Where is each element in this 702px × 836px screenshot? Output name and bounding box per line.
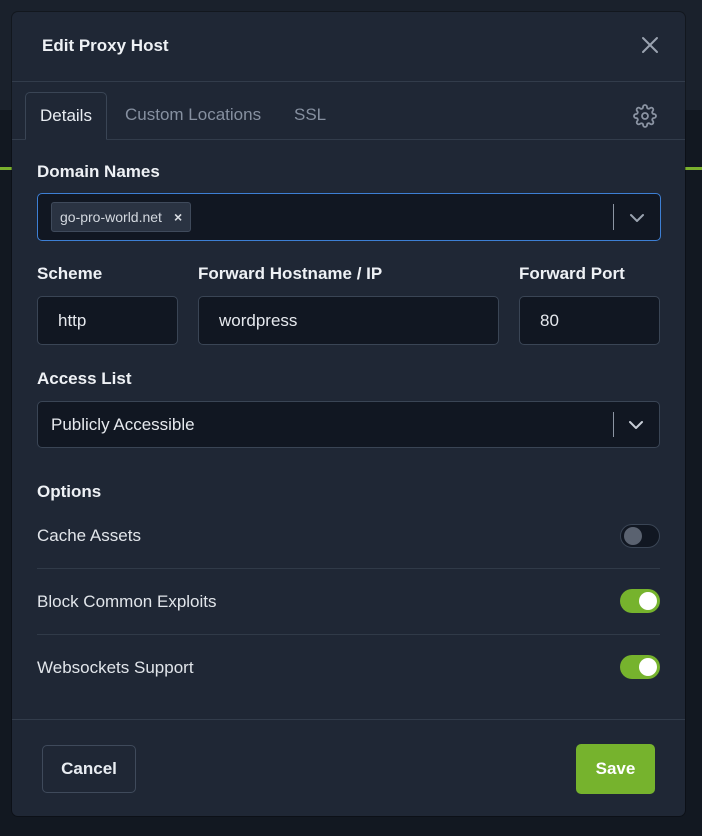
access-list-separator: [613, 412, 614, 437]
forward-port-label: Forward Port: [519, 264, 625, 283]
websockets-support-toggle[interactable]: [620, 655, 660, 679]
forward-hostname-label: Forward Hostname / IP: [198, 264, 383, 283]
option-websockets-support: Websockets Support: [37, 635, 660, 701]
toggle-knob: [639, 592, 657, 610]
access-list-label: Access List: [37, 369, 132, 388]
toggle-knob: [624, 527, 642, 545]
scheme-label: Scheme: [37, 264, 103, 283]
forward-hostname-field[interactable]: wordpress: [198, 296, 499, 345]
cache-assets-toggle[interactable]: [620, 524, 660, 548]
tab-bar: Details Custom Locations SSL: [12, 92, 685, 140]
domain-names-label: Domain Names: [37, 162, 160, 181]
chevron-down-icon[interactable]: [627, 416, 645, 434]
cancel-button[interactable]: Cancel: [42, 745, 136, 793]
option-label: Cache Assets: [37, 526, 141, 545]
access-list-select[interactable]: Publicly Accessible: [37, 401, 660, 448]
scheme-value: http: [58, 310, 87, 330]
toggle-knob: [639, 658, 657, 676]
gear-icon[interactable]: [633, 104, 657, 128]
option-block-common-exploits: Block Common Exploits: [37, 569, 660, 635]
option-label: Block Common Exploits: [37, 592, 217, 611]
chevron-down-icon[interactable]: [628, 209, 646, 227]
options-heading: Options: [37, 482, 102, 501]
close-icon[interactable]: [639, 34, 661, 56]
modal-title: Edit Proxy Host: [42, 36, 169, 55]
modal-header: Edit Proxy Host: [12, 12, 685, 82]
tab-custom-locations[interactable]: Custom Locations: [125, 92, 261, 138]
forward-port-field[interactable]: 80: [519, 296, 660, 345]
domain-separator: [613, 204, 614, 230]
domain-tag-label: go-pro-world.net: [60, 209, 162, 225]
forward-port-value: 80: [540, 310, 559, 330]
domain-names-input[interactable]: go-pro-world.net ×: [37, 193, 661, 241]
access-list-value: Publicly Accessible: [51, 415, 195, 434]
remove-tag-icon[interactable]: ×: [174, 209, 182, 225]
block-common-exploits-toggle[interactable]: [620, 589, 660, 613]
forward-hostname-value: wordpress: [219, 310, 298, 330]
tab-ssl[interactable]: SSL: [294, 92, 326, 138]
option-label: Websockets Support: [37, 658, 194, 677]
tab-details[interactable]: Details: [25, 92, 107, 140]
modal-footer: Cancel Save: [12, 719, 685, 817]
edit-proxy-host-modal: Edit Proxy Host Details Custom Locations…: [12, 12, 685, 816]
save-button[interactable]: Save: [576, 744, 655, 794]
domain-tag: go-pro-world.net ×: [51, 202, 192, 232]
option-cache-assets: Cache Assets: [37, 503, 660, 569]
scheme-field[interactable]: http: [37, 296, 178, 345]
